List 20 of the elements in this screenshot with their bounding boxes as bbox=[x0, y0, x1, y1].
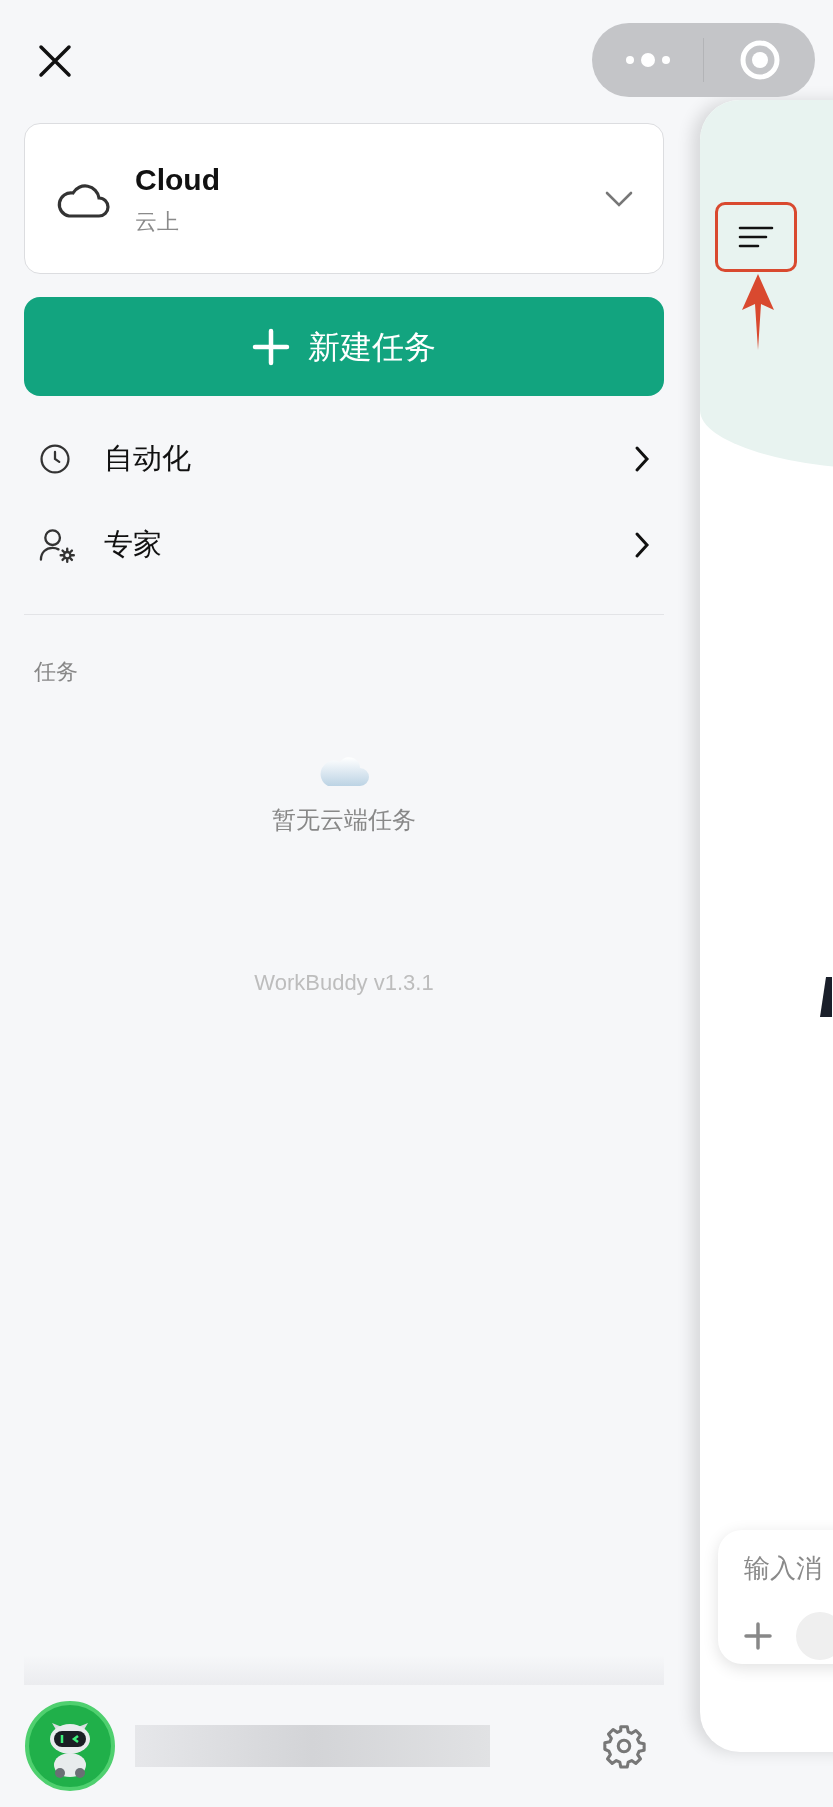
person-gear-icon bbox=[38, 526, 76, 564]
chevron-right-icon bbox=[634, 445, 650, 473]
empty-state-text: 暂无云端任务 bbox=[272, 805, 416, 835]
menu-icon bbox=[738, 226, 774, 248]
close-icon[interactable] bbox=[38, 44, 72, 78]
workspace-title: Cloud bbox=[135, 161, 221, 198]
settings-icon[interactable] bbox=[601, 1723, 647, 1769]
version-text: WorkBuddy v1.3.1 bbox=[254, 969, 434, 997]
workspace-subtitle: 云上 bbox=[135, 207, 180, 236]
nav-item[interactable]: 专家 bbox=[24, 502, 664, 588]
nav-item[interactable]: 自动化 bbox=[24, 416, 664, 502]
menu-button[interactable] bbox=[715, 202, 797, 272]
plus-icon[interactable] bbox=[744, 1622, 772, 1650]
message-input[interactable]: 输入消 bbox=[744, 1548, 833, 1588]
chevron-down-icon bbox=[605, 190, 633, 207]
workspace-selector[interactable]: Cloud 云上 bbox=[24, 123, 664, 274]
clock-icon bbox=[38, 442, 72, 476]
chevron-right-icon bbox=[634, 531, 650, 559]
section-heading: 任务 bbox=[34, 658, 79, 686]
plus-icon bbox=[252, 327, 290, 366]
